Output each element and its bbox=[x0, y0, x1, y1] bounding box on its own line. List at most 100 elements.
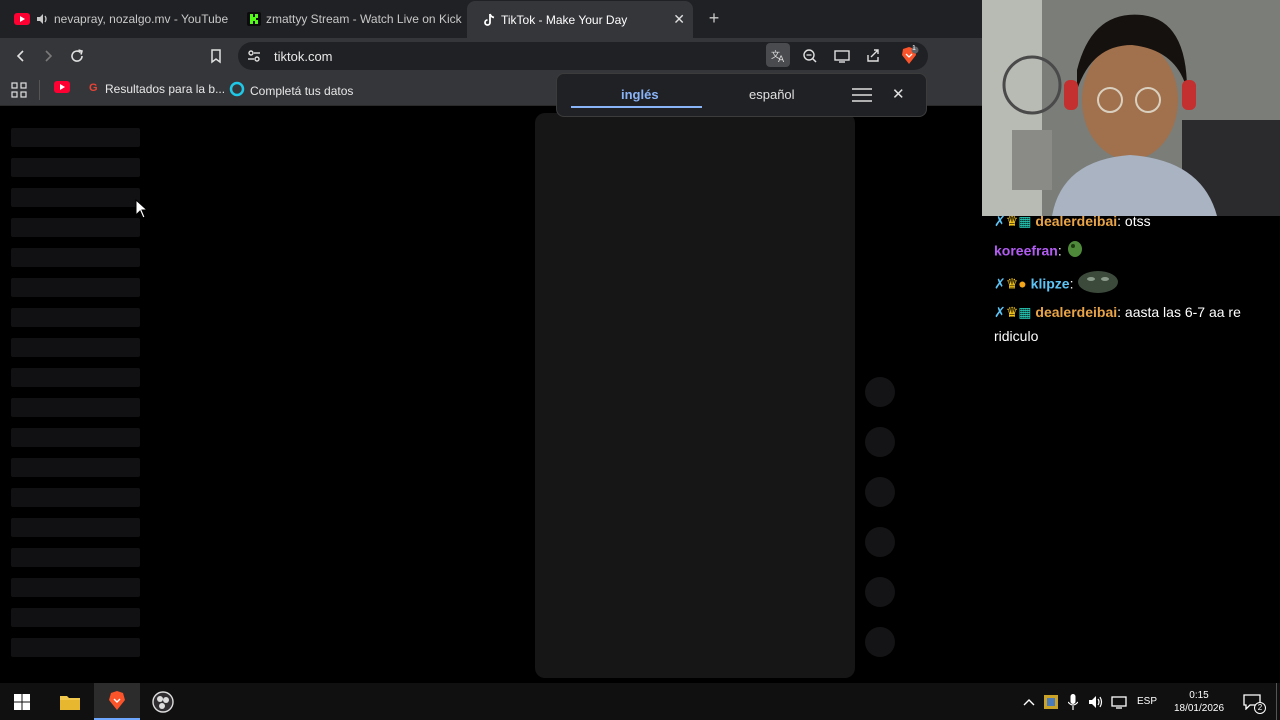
sword-icon: ✗ bbox=[994, 275, 1006, 292]
forward-icon[interactable] bbox=[38, 46, 58, 66]
crown-icon: ♛ bbox=[1005, 275, 1019, 292]
stream-chat: ✗♛▦ dealerdeibai: otss koreefran: ✗♛● kl… bbox=[982, 213, 1280, 683]
skeleton-row bbox=[11, 128, 140, 147]
url-text[interactable]: tiktok.com bbox=[274, 49, 333, 64]
chevron-up-icon[interactable] bbox=[1020, 683, 1038, 720]
svg-text:A: A bbox=[778, 55, 785, 63]
menu-icon[interactable] bbox=[852, 87, 872, 108]
bookmark-youtube[interactable] bbox=[54, 81, 70, 96]
windows-start-icon[interactable] bbox=[0, 683, 44, 720]
sword-icon: ✗ bbox=[994, 213, 1006, 229]
svg-text:G: G bbox=[89, 82, 98, 93]
translate-icon[interactable]: 文A bbox=[766, 43, 790, 67]
webcam-overlay bbox=[982, 0, 1280, 216]
address-bar[interactable]: tiktok.com 文A 1 bbox=[238, 42, 928, 70]
chat-text: aasta las 6-7 aa re bbox=[1124, 304, 1241, 320]
skeleton-row bbox=[11, 308, 140, 327]
google-icon: G bbox=[88, 81, 100, 96]
show-desktop-button[interactable] bbox=[1276, 683, 1277, 720]
tab-youtube[interactable]: nevapray, nozalgo.mv - YouTube bbox=[0, 0, 232, 38]
back-icon[interactable] bbox=[11, 46, 31, 66]
close-tab-icon[interactable]: ✕ bbox=[673, 11, 685, 28]
video-placeholder bbox=[535, 113, 855, 678]
apps-grid-icon[interactable] bbox=[11, 82, 27, 103]
chat-username[interactable]: koreefran bbox=[994, 243, 1058, 259]
bookmark-completa[interactable]: Completá tus datos bbox=[229, 81, 353, 100]
chat-separator: : bbox=[1117, 213, 1125, 229]
reload-icon[interactable] bbox=[67, 46, 87, 66]
new-tab-button[interactable]: + bbox=[705, 8, 723, 29]
sub-badge-icon: ▦ bbox=[1018, 304, 1032, 320]
bookmark-icon[interactable] bbox=[206, 46, 226, 66]
share-icon[interactable] bbox=[865, 48, 881, 69]
tray-app-icon[interactable] bbox=[1042, 683, 1060, 720]
brave-taskbar-icon[interactable] bbox=[94, 683, 140, 720]
tab-kick[interactable]: zmattyy Stream - Watch Live on Kick bbox=[232, 0, 466, 38]
action-placeholder bbox=[865, 627, 895, 657]
close-icon[interactable]: ✕ bbox=[892, 85, 905, 103]
youtube-icon bbox=[54, 81, 70, 96]
site-settings-icon[interactable] bbox=[246, 48, 262, 69]
skeleton-row bbox=[11, 458, 140, 477]
action-placeholder bbox=[865, 377, 895, 407]
language-indicator[interactable]: ESP bbox=[1134, 683, 1160, 720]
zoom-icon[interactable] bbox=[802, 48, 818, 69]
chat-message: ✗♛● klipze: bbox=[994, 268, 1119, 302]
chat-text-continuation: ridiculo bbox=[994, 328, 1039, 344]
circle-logo-icon bbox=[229, 81, 245, 100]
skeleton-row bbox=[11, 278, 140, 297]
bookmark-resultados[interactable]: G Resultados para la b... bbox=[88, 81, 225, 96]
bookmark-divider bbox=[39, 80, 40, 100]
chat-message: ✗♛▦ dealerdeibai: aasta las 6-7 aa re bbox=[994, 300, 1241, 325]
tab-tiktok[interactable]: TikTok - Make Your Day ✕ bbox=[467, 1, 693, 38]
volume-icon[interactable] bbox=[1086, 683, 1106, 720]
taskbar: ESP 0:15 18/01/2026 2 bbox=[0, 683, 1280, 720]
speaker-icon[interactable] bbox=[34, 11, 50, 27]
chat-separator: : bbox=[1117, 304, 1125, 320]
skeleton-row bbox=[11, 398, 140, 417]
action-placeholder bbox=[865, 527, 895, 557]
kick-icon bbox=[246, 11, 262, 27]
skeleton-row bbox=[11, 488, 140, 507]
sub-badge-icon: ▦ bbox=[1018, 213, 1032, 229]
clock-date: 18/01/2026 bbox=[1173, 702, 1225, 714]
screen: nevapray, nozalgo.mv - YouTube zmattyy S… bbox=[0, 0, 1280, 720]
skeleton-row bbox=[11, 368, 140, 387]
toolbar: tiktok.com 文A 1 bbox=[0, 38, 982, 74]
skeleton-row bbox=[11, 188, 140, 207]
sword-icon: ✗ bbox=[994, 304, 1006, 320]
tab-title: TikTok - Make Your Day bbox=[501, 12, 628, 27]
chat-username[interactable]: dealerdeibai bbox=[1035, 213, 1117, 229]
chat-username[interactable]: dealerdeibai bbox=[1035, 304, 1117, 320]
skeleton-row bbox=[11, 548, 140, 567]
skeleton-row bbox=[11, 218, 140, 237]
webcam-feed bbox=[982, 0, 1280, 216]
frog-emote bbox=[1066, 238, 1084, 266]
obs-icon[interactable] bbox=[140, 683, 186, 720]
skeleton-row bbox=[11, 608, 140, 627]
microphone-icon[interactable] bbox=[1064, 683, 1082, 720]
brave-shields-icon[interactable]: 1 bbox=[899, 45, 919, 71]
tab-strip: nevapray, nozalgo.mv - YouTube zmattyy S… bbox=[0, 0, 982, 38]
bookmark-label: Resultados para la b... bbox=[105, 81, 226, 96]
file-explorer-icon[interactable] bbox=[47, 683, 93, 720]
skeleton-row bbox=[11, 518, 140, 537]
target-language-tab[interactable]: español bbox=[749, 87, 795, 102]
chat-username[interactable]: klipze bbox=[1031, 276, 1070, 292]
active-tab-indicator bbox=[571, 106, 702, 108]
chat-text: otss bbox=[1124, 213, 1151, 229]
skeleton-row bbox=[11, 578, 140, 597]
action-placeholder bbox=[865, 577, 895, 607]
notification-icon[interactable]: 2 bbox=[1238, 683, 1266, 720]
skeleton-row bbox=[11, 638, 140, 657]
source-language-tab[interactable]: inglés bbox=[621, 87, 659, 102]
skeleton-row bbox=[11, 248, 140, 267]
clock[interactable]: 0:15 18/01/2026 bbox=[1166, 683, 1232, 720]
tiktok-page bbox=[0, 107, 982, 683]
shields-badge: 1 bbox=[912, 45, 916, 52]
network-icon[interactable] bbox=[1109, 683, 1129, 720]
translate-popup: inglés español ✕ bbox=[556, 73, 927, 117]
chat-separator: : bbox=[1057, 242, 1066, 259]
install-app-icon[interactable] bbox=[834, 48, 850, 69]
crown-icon: ♛ bbox=[1005, 213, 1019, 229]
